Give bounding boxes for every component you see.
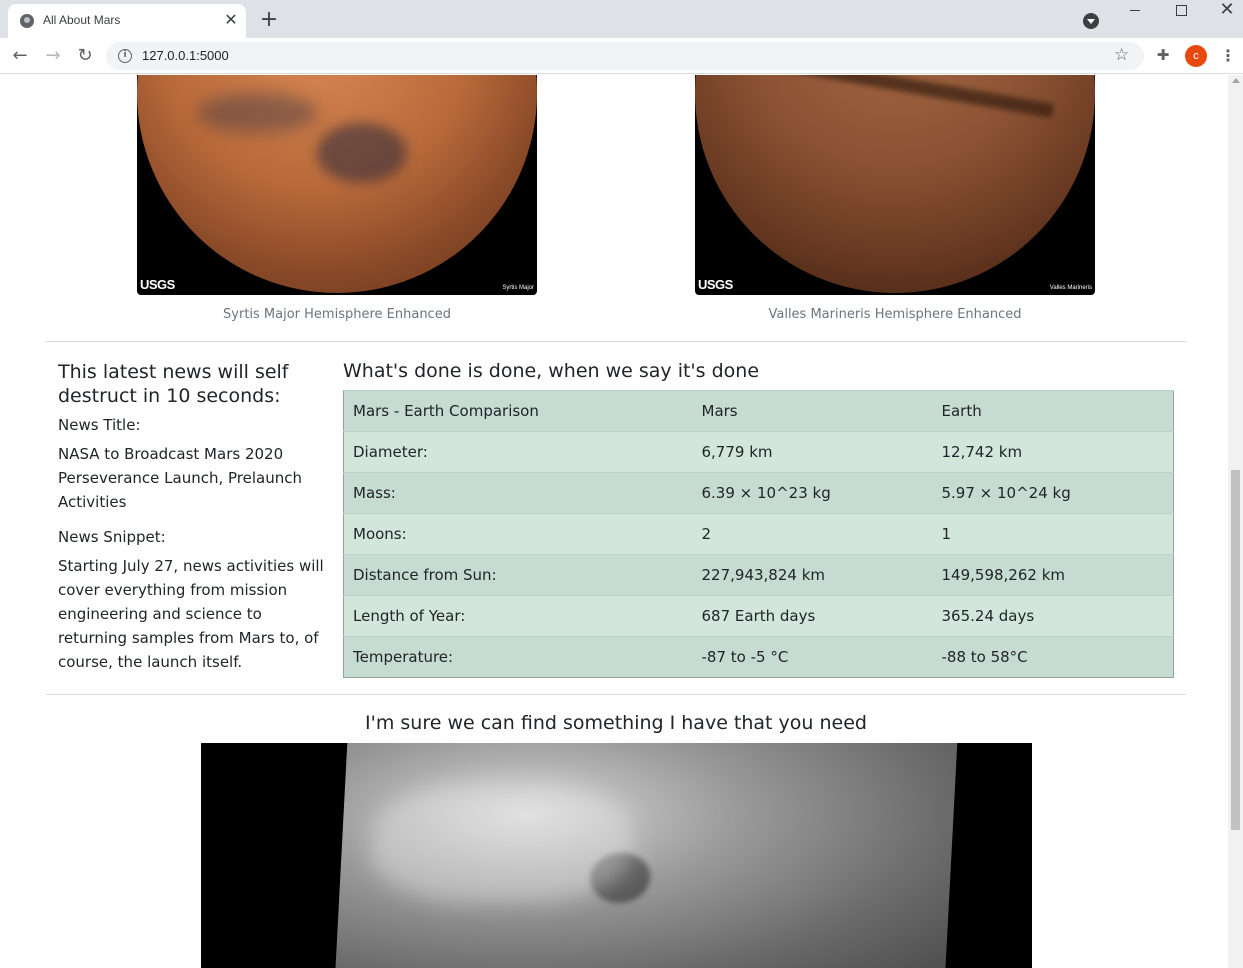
minimize-button[interactable]: [1112, 0, 1158, 30]
featured-heading: I'm sure we can find something I have th…: [365, 712, 867, 734]
mars-terrain-image: [334, 743, 958, 968]
table-cell: 365.24 days: [932, 595, 1174, 637]
news-heading: This latest news will self destruct in 1…: [58, 361, 289, 407]
kebab-menu-icon[interactable]: ⋮: [1219, 44, 1237, 68]
table-row: Length of Year: 687 Earth days 365.24 da…: [343, 595, 1174, 637]
usgs-logo: USGS: [698, 277, 733, 292]
facts-heading: What's done is done, when we say it's do…: [343, 360, 760, 382]
scroll-up-arrow-icon[interactable]: [1232, 78, 1240, 83]
divider: [46, 694, 1186, 695]
page-content: USGS Syrtis Major Syrtis Major Hemispher…: [0, 75, 1228, 968]
table-cell: 227,943,824 km: [692, 554, 933, 596]
table-cell: Earth: [932, 390, 1174, 432]
table-cell: Length of Year:: [343, 595, 693, 637]
new-tab-button[interactable]: +: [258, 9, 280, 31]
mars-globe-image: [695, 75, 1095, 293]
featured-mars-image: [201, 743, 1032, 968]
tab-strip: All About Mars ✕ + ✕: [0, 0, 1243, 38]
table-row: Mars - Earth Comparison Mars Earth: [343, 390, 1174, 432]
news-snippet-label: News Snippet:: [58, 528, 166, 546]
bookmark-star-icon[interactable]: ☆: [1114, 45, 1129, 65]
table-cell: Mars - Earth Comparison: [343, 390, 693, 432]
table-cell: Mars: [692, 390, 933, 432]
table-row: Diameter: 6,779 km 12,742 km: [343, 431, 1174, 473]
table-cell: 6,779 km: [692, 431, 933, 473]
maximize-button[interactable]: [1158, 0, 1204, 30]
close-icon[interactable]: ✕: [222, 11, 240, 29]
table-cell: 2: [692, 513, 933, 555]
table-cell: 6.39 × 10^23 kg: [692, 472, 933, 514]
avatar[interactable]: c: [1185, 45, 1207, 67]
image-tag: Syrtis Major: [502, 285, 534, 291]
scrollbar-thumb[interactable]: [1231, 470, 1240, 830]
table-cell: 12,742 km: [932, 431, 1174, 473]
table-row: Moons: 2 1: [343, 513, 1174, 555]
browser-tab[interactable]: All About Mars ✕: [8, 4, 246, 38]
facts-section: What's done is done, when we say it's do…: [343, 359, 1174, 678]
table-cell: -88 to 58°C: [932, 636, 1174, 678]
globe-icon: [20, 14, 34, 28]
extensions-puzzle-icon[interactable]: ✚: [1152, 44, 1174, 66]
table-cell: 5.97 × 10^24 kg: [932, 472, 1174, 514]
back-arrow-icon[interactable]: ←: [8, 44, 32, 68]
hemisphere-image-valles-marineris: USGS Valles Marineris: [695, 75, 1095, 295]
news-snippet: Starting July 27, news activities will c…: [58, 557, 324, 671]
table-row: Temperature: -87 to -5 °C -88 to 58°C: [343, 636, 1174, 678]
news-title: NASA to Broadcast Mars 2020 Perseverance…: [58, 445, 302, 511]
window-close-button[interactable]: ✕: [1204, 0, 1243, 30]
mars-globe-image: [137, 75, 537, 293]
info-icon[interactable]: i: [118, 49, 132, 63]
table-row: Mass: 6.39 × 10^23 kg 5.97 × 10^24 kg: [343, 472, 1174, 514]
address-bar[interactable]: i 127.0.0.1:5000 ☆: [106, 42, 1144, 70]
mars-earth-comparison-table: Mars - Earth Comparison Mars Earth Diame…: [343, 390, 1174, 678]
url-text[interactable]: 127.0.0.1:5000: [142, 48, 229, 63]
table-cell: Distance from Sun:: [343, 554, 693, 596]
tab-search-icon[interactable]: [1083, 13, 1099, 29]
hemisphere-caption: Syrtis Major Hemisphere Enhanced: [223, 307, 451, 322]
table-cell: Diameter:: [343, 431, 693, 473]
table-cell: 149,598,262 km: [932, 554, 1174, 596]
table-cell: 687 Earth days: [692, 595, 933, 637]
usgs-logo: USGS: [140, 277, 175, 292]
table-cell: Moons:: [343, 513, 693, 555]
table-cell: Mass:: [343, 472, 693, 514]
reload-icon[interactable]: ↻: [73, 44, 97, 68]
divider: [46, 341, 1186, 342]
tab-title: All About Mars: [43, 13, 121, 27]
table-row: Distance from Sun: 227,943,824 km 149,59…: [343, 554, 1174, 596]
browser-toolbar: ← → ↻ i 127.0.0.1:5000 ☆ ✚ c ⋮: [0, 38, 1243, 74]
news-title-label: News Title:: [58, 416, 141, 434]
image-tag: Valles Marineris: [1049, 285, 1092, 291]
hemisphere-image-syrtis-major: USGS Syrtis Major: [137, 75, 537, 295]
hemisphere-caption: Valles Marineris Hemisphere Enhanced: [768, 307, 1022, 322]
table-cell: 1: [932, 513, 1174, 555]
news-section: This latest news will self destruct in 1…: [58, 360, 328, 686]
forward-arrow-icon[interactable]: →: [41, 44, 65, 68]
table-cell: -87 to -5 °C: [692, 636, 933, 678]
table-cell: Temperature:: [343, 636, 693, 678]
